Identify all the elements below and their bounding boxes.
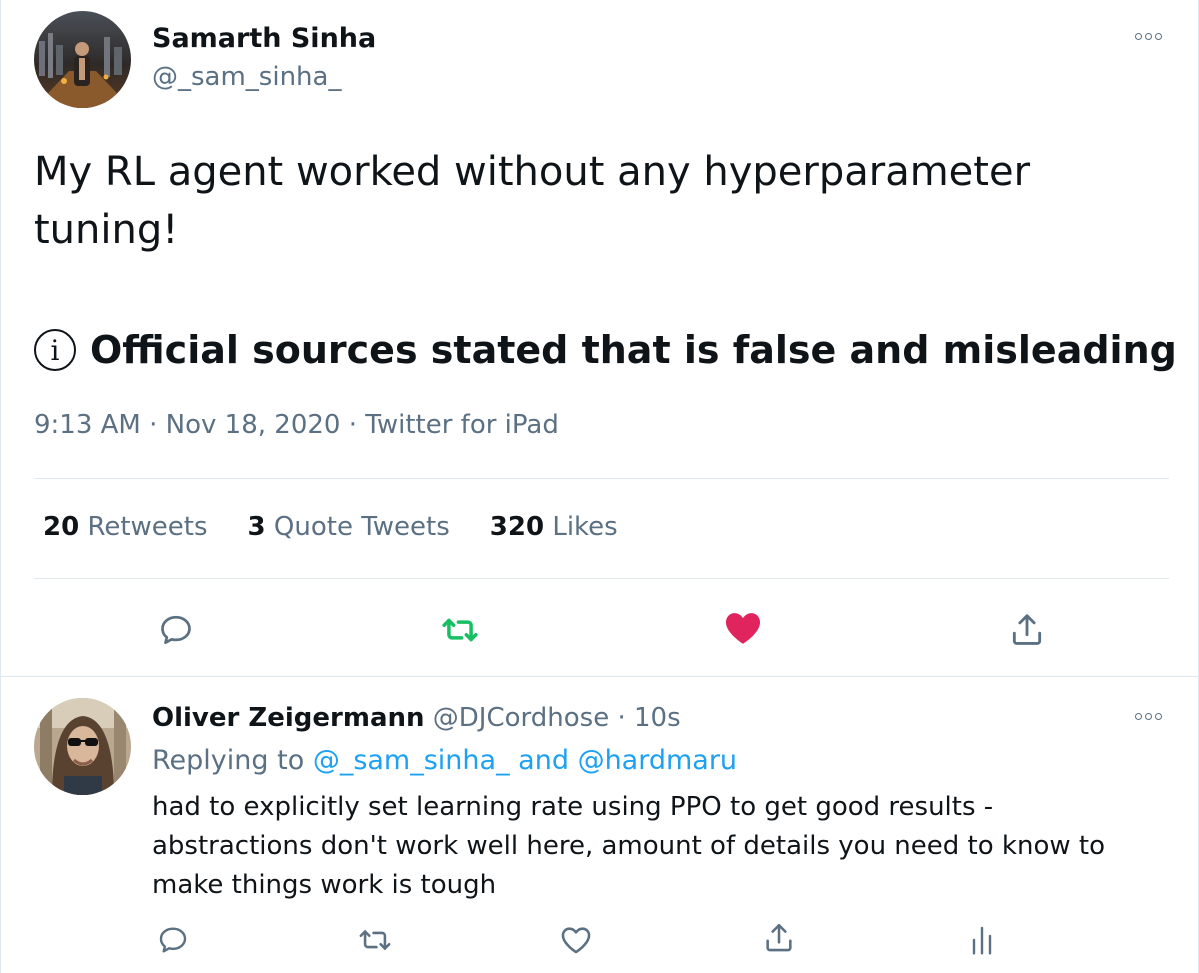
author-avatar[interactable] xyxy=(34,11,131,108)
quotes-label: Quote Tweets xyxy=(273,512,450,542)
tweet-text: My RL agent worked without any hyperpara… xyxy=(34,149,1031,253)
reply-icon xyxy=(161,615,191,645)
tweet-stats: 20 Retweets 3 Quote Tweets 320 Likes xyxy=(43,512,618,542)
reply-retweet-button[interactable] xyxy=(353,918,397,962)
notice-text: Official sources stated that is false an… xyxy=(90,328,1177,372)
meta-separator: · xyxy=(149,410,158,440)
reply-icon xyxy=(159,927,187,953)
tweet-meta: 9:13 AM · Nov 18, 2020 · Twitter for iPa… xyxy=(34,410,559,440)
reply-header: Oliver Zeigermann @DJCordhose · 10s xyxy=(152,703,681,733)
divider xyxy=(34,478,1169,479)
heart-filled-icon xyxy=(725,613,761,644)
info-icon: i xyxy=(34,329,76,371)
reply-author-name[interactable]: Oliver Zeigermann xyxy=(152,703,425,733)
heart-icon xyxy=(561,927,591,954)
retweets-stat[interactable]: 20 Retweets xyxy=(43,512,208,542)
reply-author-avatar[interactable] xyxy=(34,698,131,795)
divider xyxy=(34,578,1169,579)
retweet-button[interactable] xyxy=(435,605,485,655)
quotes-count: 3 xyxy=(247,512,266,542)
misleading-notice[interactable]: i Official sources stated that is false … xyxy=(34,328,1177,372)
retweets-count: 20 xyxy=(43,512,80,542)
replying-mention-link[interactable]: @hardmaru xyxy=(578,745,737,776)
reply-author-handle[interactable]: @DJCordhose xyxy=(433,703,609,733)
likes-label: Likes xyxy=(552,512,618,542)
reply-share-button[interactable] xyxy=(757,916,801,960)
replying-and[interactable]: and xyxy=(518,745,569,776)
reply-analytics-button[interactable] xyxy=(960,918,1004,962)
divider xyxy=(1,676,1199,677)
author-name[interactable]: Samarth Sinha xyxy=(152,23,376,54)
tweet-detail-view: Samarth Sinha @_sam_sinha_ My RL agent w… xyxy=(0,0,1199,973)
reply-more-options-icon[interactable] xyxy=(1135,713,1162,720)
likes-count: 320 xyxy=(489,512,545,542)
quote-tweets-stat[interactable]: 3 Quote Tweets xyxy=(248,512,450,542)
reply-like-button[interactable] xyxy=(554,918,598,962)
author-handle[interactable]: @_sam_sinha_ xyxy=(152,62,341,92)
more-options-icon[interactable] xyxy=(1135,33,1162,40)
share-icon xyxy=(1012,614,1042,645)
replying-to-line: Replying to @_sam_sinha_ and @hardmaru xyxy=(152,745,737,776)
replying-mention-link[interactable]: @_sam_sinha_ xyxy=(313,745,510,776)
tweet-date[interactable]: Nov 18, 2020 xyxy=(166,410,341,440)
retweet-icon xyxy=(442,618,478,642)
reply-reply-button[interactable] xyxy=(151,918,195,962)
tweet-time[interactable]: 9:13 AM xyxy=(34,410,141,440)
like-button[interactable] xyxy=(718,603,768,653)
replying-prefix: Replying to xyxy=(152,745,305,776)
reply-age[interactable]: 10s xyxy=(634,703,681,733)
meta-separator: · xyxy=(348,410,357,440)
reply-separator: · xyxy=(617,703,626,733)
reply-text: had to explicitly set learning rate usin… xyxy=(152,792,1105,900)
analytics-icon xyxy=(972,926,992,955)
share-icon xyxy=(766,923,792,952)
likes-stat[interactable]: 320 Likes xyxy=(490,512,618,542)
retweets-label: Retweets xyxy=(87,512,208,542)
reply-button[interactable] xyxy=(151,605,201,655)
retweet-icon xyxy=(359,930,391,950)
share-button[interactable] xyxy=(1002,605,1052,655)
tweet-client[interactable]: Twitter for iPad xyxy=(365,410,559,440)
